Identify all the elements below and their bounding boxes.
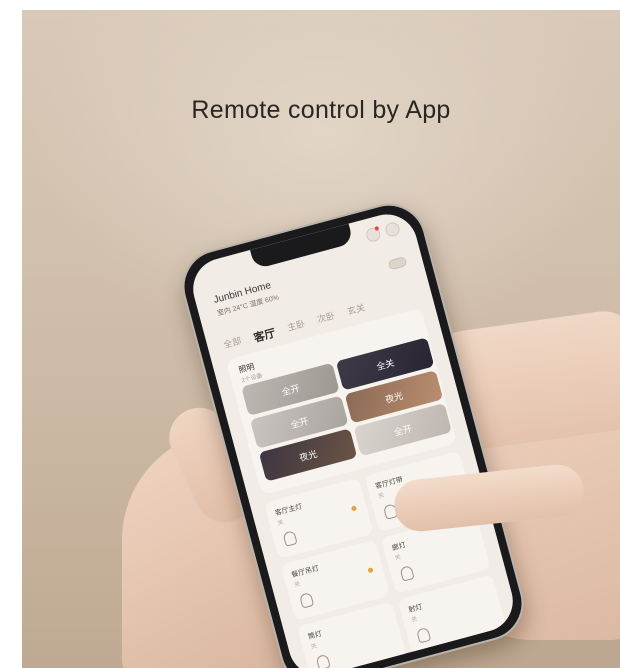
device-status: 关 [310,643,318,651]
device-status: 关 [394,554,402,562]
bulb-icon [315,653,331,668]
device-status: 关 [410,616,419,624]
device-status: 关 [277,519,285,528]
bulb-icon [399,565,415,582]
device-name: 客厅主灯 [274,503,304,518]
tab-all[interactable]: 全部 [222,334,244,354]
bulb-icon [416,626,432,644]
bulb-icon [299,591,315,609]
tab-entrance[interactable]: 玄关 [346,300,368,320]
home-toggle[interactable] [387,256,408,271]
device-name: 餐厅吊灯 [290,565,320,580]
product-photo: Remote control by App Junbin Home 室内 24°… [22,10,620,668]
phone-notch [250,223,354,270]
headline: Remote control by App [191,96,451,124]
tab-master-bedroom[interactable]: 主卧 [286,317,308,337]
settings-icon[interactable] [383,220,402,238]
device-status: 关 [293,581,302,589]
notification-icon[interactable] [364,226,382,244]
status-dot-icon [367,567,374,574]
tab-second-bedroom[interactable]: 次卧 [316,309,338,329]
tab-living-room[interactable]: 客厅 [252,325,277,346]
bulb-icon [282,530,298,547]
status-dot-icon [350,505,358,512]
device-status: 关 [377,492,385,501]
